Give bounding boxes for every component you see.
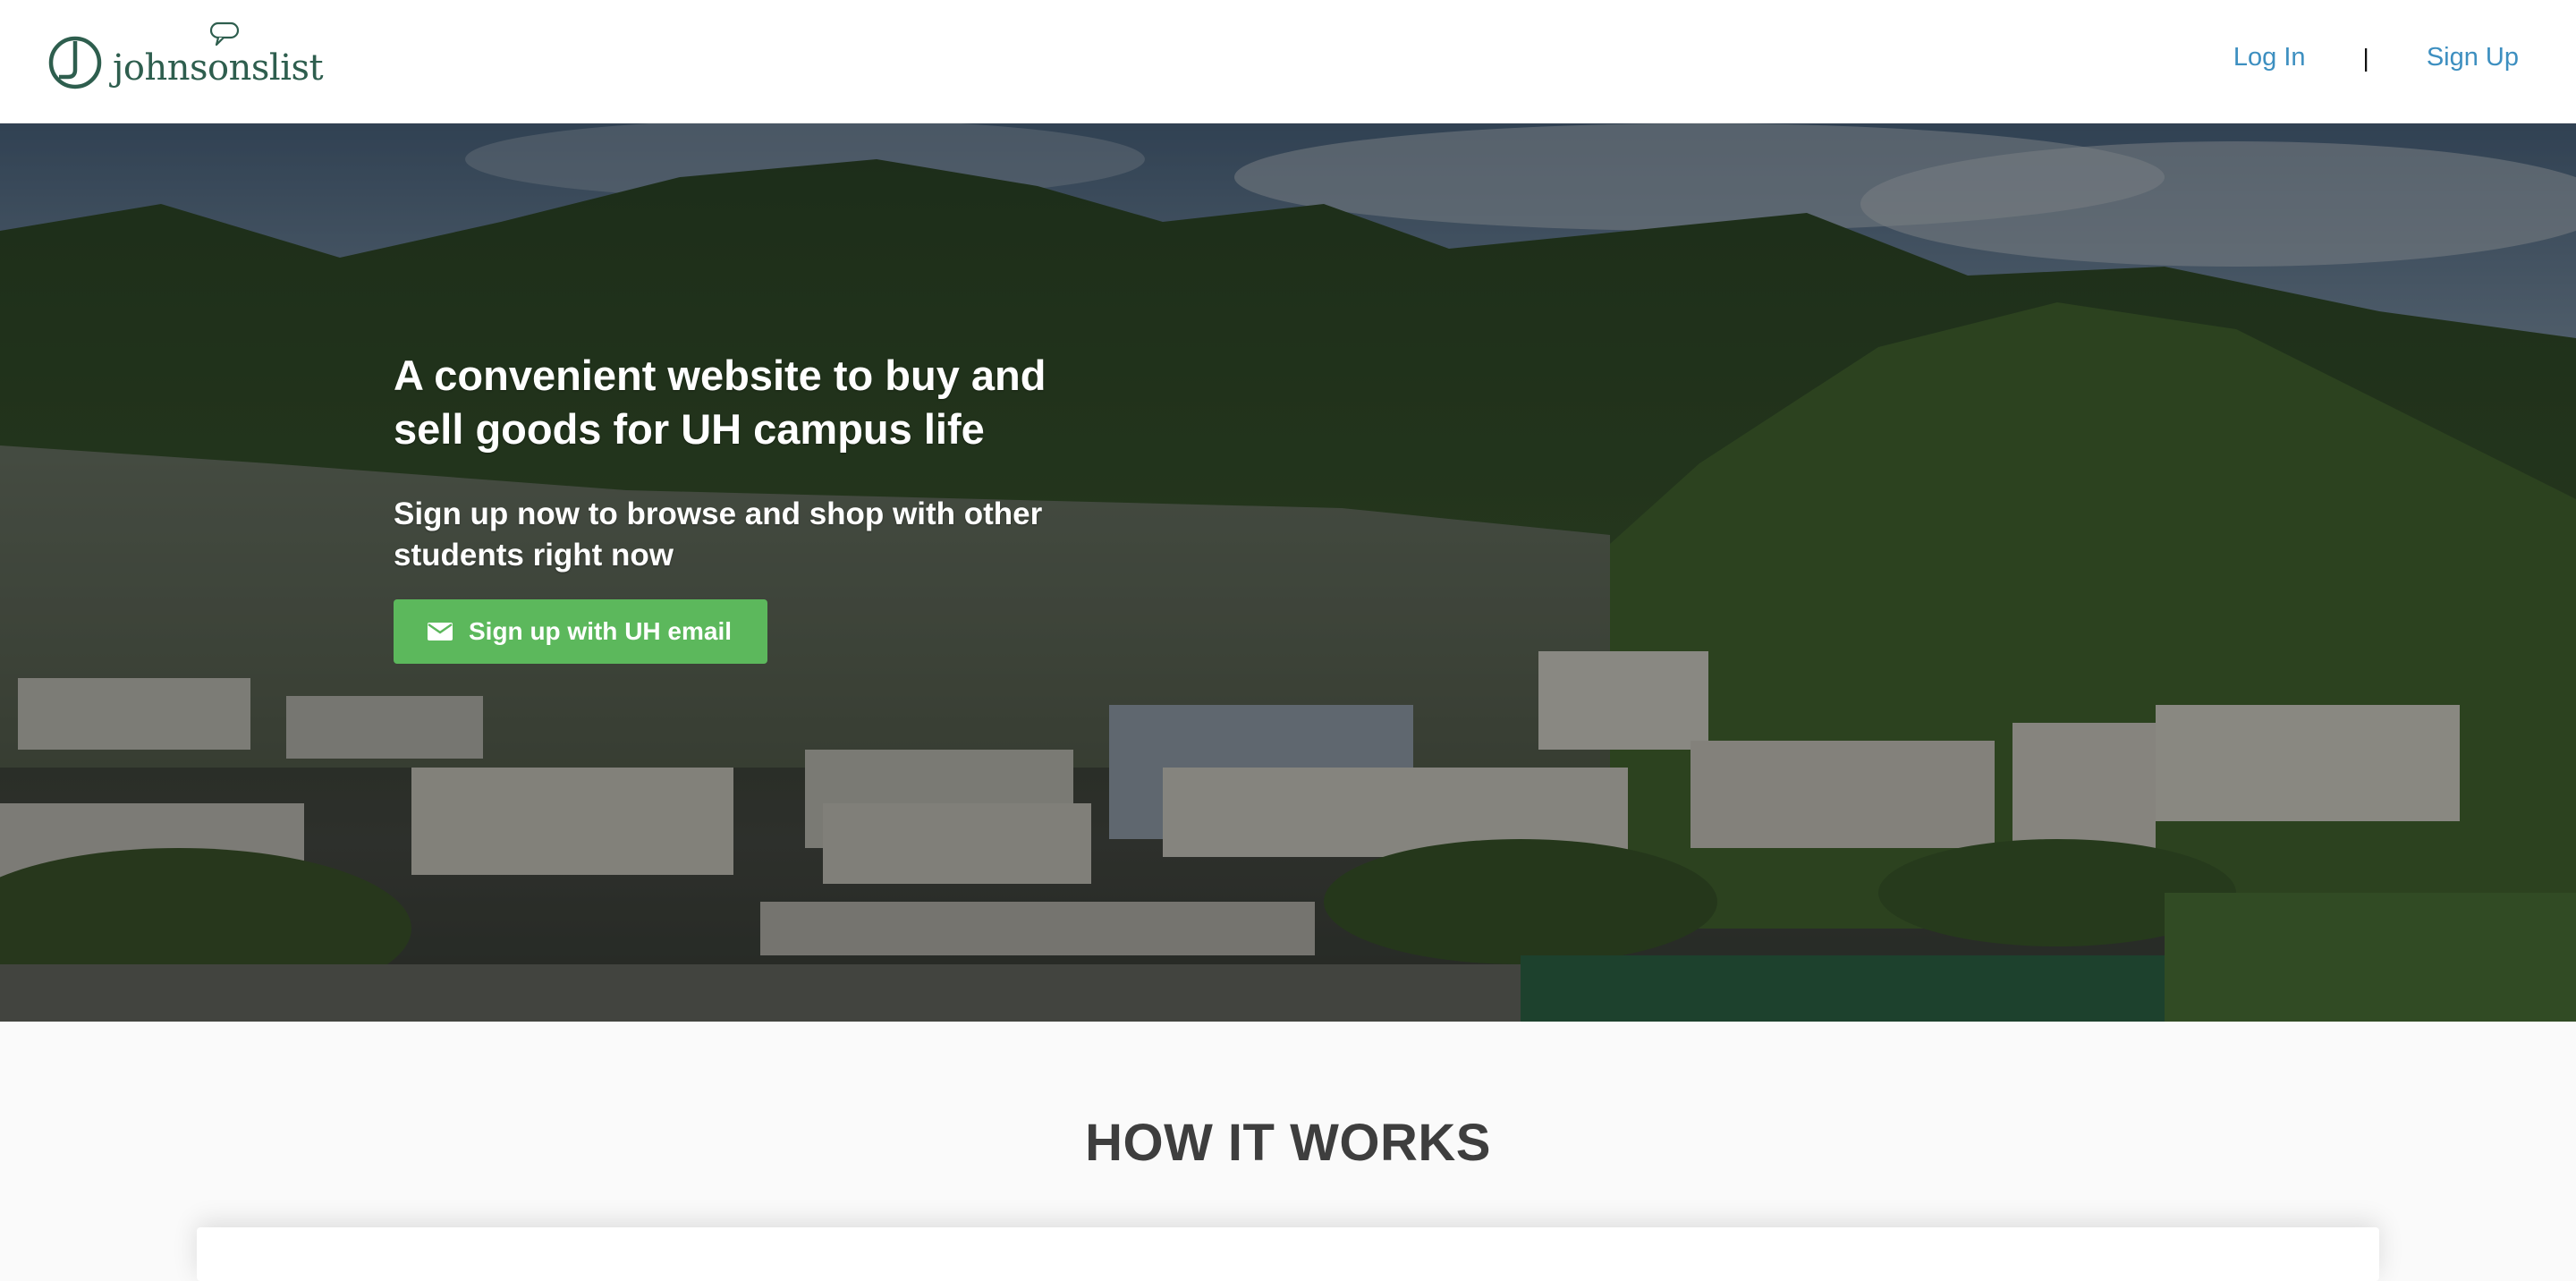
speech-bubble-icon	[209, 21, 240, 47]
hero-dark-overlay	[0, 123, 2576, 1022]
header-nav: Log In | Sign Up	[2233, 43, 2519, 72]
site-header: johnsonslist Log In | Sign Up	[0, 0, 2576, 123]
how-it-works-card	[197, 1227, 2379, 1281]
hero-content: A convenient website to buy and sell goo…	[394, 349, 1073, 664]
hero-section: A convenient website to buy and sell goo…	[0, 123, 2576, 1022]
logo-icon	[48, 36, 102, 89]
how-it-works-title: HOW IT WORKS	[1085, 1114, 1491, 1172]
hero-title: A convenient website to buy and sell goo…	[394, 352, 1046, 453]
login-link[interactable]: Log In	[2233, 43, 2306, 72]
signup-with-uh-email-button[interactable]: Sign up with UH email	[394, 599, 768, 664]
hero-subtitle: Sign up now to browse and shop with othe…	[394, 496, 1043, 573]
nav-separator: |	[2362, 43, 2369, 72]
site-logo[interactable]: johnsonslist	[47, 21, 324, 91]
envelope-icon	[428, 623, 453, 640]
logo-wordmark: johnsonslist	[113, 47, 324, 89]
signup-link[interactable]: Sign Up	[2427, 43, 2519, 72]
how-it-works-section: HOW IT WORKS	[0, 1022, 2576, 1281]
signup-button-label: Sign up with UH email	[469, 617, 733, 645]
